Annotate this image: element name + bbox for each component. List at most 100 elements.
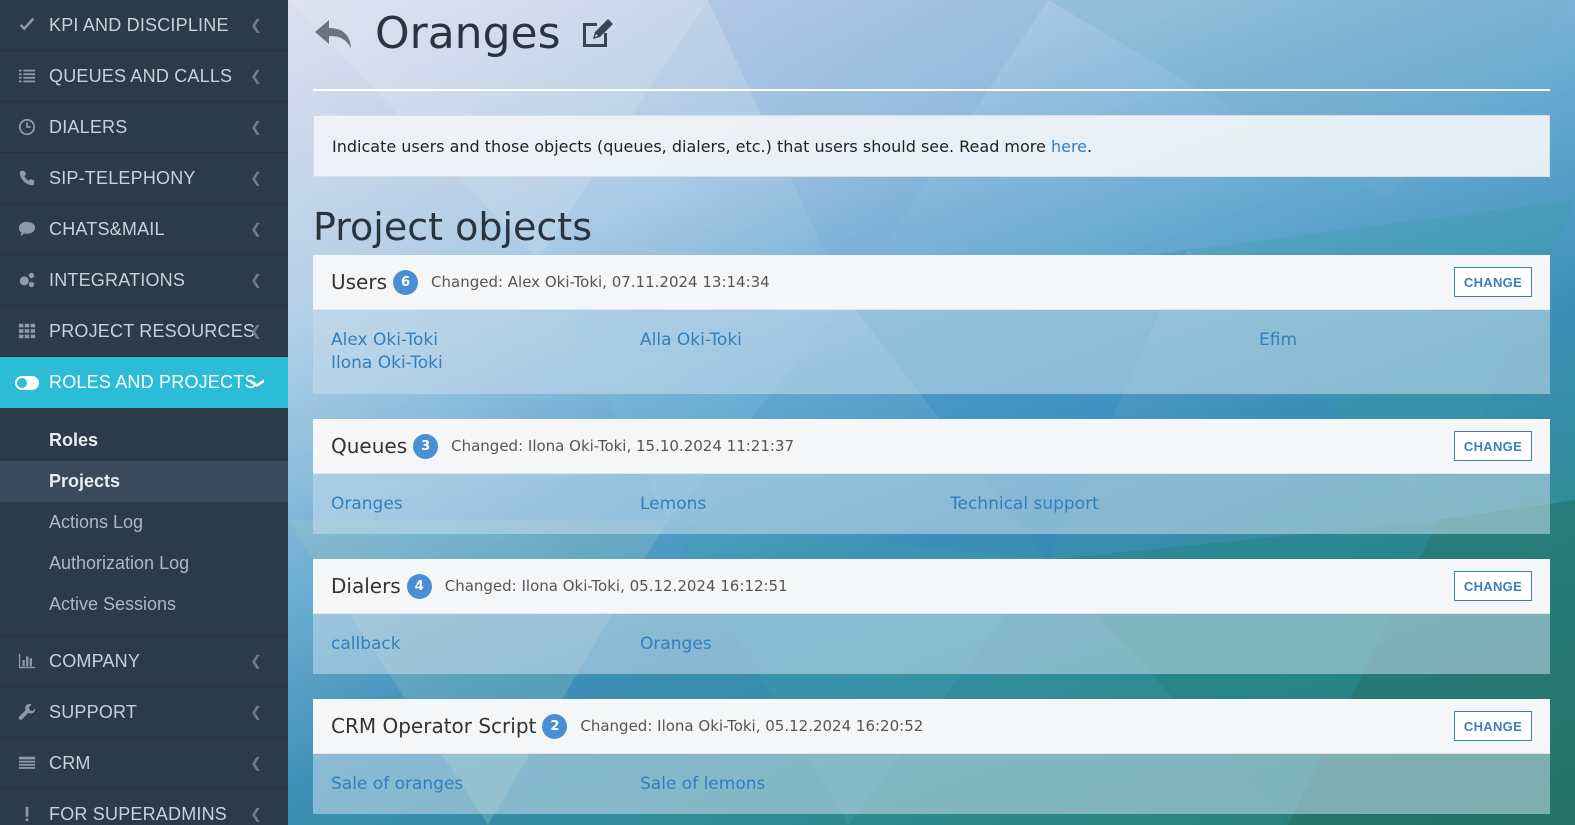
submenu-roles-and-projects: Roles Projects Actions Log Authorization… [0,408,288,636]
change-button[interactable]: CHANGE [1454,431,1532,461]
chevron-left-icon: ❮ [250,118,262,135]
card-dialers: Dialers 4 Changed: Ilona Oki-Toki, 05.12… [313,559,1550,674]
card-header: Dialers 4 Changed: Ilona Oki-Toki, 05.12… [313,559,1550,614]
chevron-down-icon: ❮ [247,376,264,389]
card-body: Sale of oranges Sale of lemons [313,754,1550,814]
object-link[interactable]: Technical support [950,494,1099,514]
nav-company[interactable]: COMPANY ❮ [0,636,288,687]
object-link[interactable]: callback [331,634,401,654]
chevron-left-icon: ❮ [250,322,262,339]
read-more-link[interactable]: here [1051,137,1087,156]
card-users: Users 6 Changed: Alex Oki-Toki, 07.11.20… [313,255,1550,394]
object-link[interactable]: Ilona Oki-Toki [331,353,443,373]
object-link[interactable]: Oranges [331,494,403,514]
nav-label: INTEGRATIONS [49,269,186,290]
gears-icon [0,271,49,289]
clock-icon [0,118,49,136]
object-link[interactable]: Lemons [640,494,706,514]
nav-label: SUPPORT [49,701,138,722]
chevron-left-icon: ❮ [250,16,262,33]
chevron-left-icon: ❮ [250,67,262,84]
chevron-left-icon: ❮ [250,754,262,771]
nav-label: CHATS&MAIL [49,218,165,239]
card-title: Dialers [331,574,401,598]
object-link[interactable]: Alex Oki-Toki [331,330,438,350]
nav-label: CRM [49,752,91,773]
change-button[interactable]: CHANGE [1454,711,1532,741]
nav-project-resources[interactable]: PROJECT RESOURCES ❮ [0,306,288,357]
chat-icon [0,220,49,238]
changed-info: Changed: Ilona Oki-Toki, 05.12.2024 16:2… [580,717,924,735]
card-body: Alex Oki-Toki Alla Oki-Toki Efim Ilona O… [313,310,1550,394]
object-link[interactable]: Sale of lemons [640,774,765,794]
changed-info: Changed: Ilona Oki-Toki, 15.10.2024 11:2… [451,437,795,455]
change-button[interactable]: CHANGE [1454,571,1532,601]
change-button[interactable]: CHANGE [1454,267,1532,297]
bar-chart-icon [0,652,49,670]
card-header: Users 6 Changed: Alex Oki-Toki, 07.11.20… [313,255,1550,310]
info-alert: Indicate users and those objects (queues… [313,115,1550,177]
table-icon [0,754,49,772]
count-badge: 3 [413,433,439,459]
count-badge: 6 [393,269,419,295]
chevron-left-icon: ❮ [250,169,262,186]
wrench-icon [0,703,49,721]
submenu-item-actions-log[interactable]: Actions Log [0,502,288,543]
sidebar: KPI AND DISCIPLINE ❮ QUEUES AND CALLS ❮ … [0,0,288,825]
nav-roles-and-projects[interactable]: ROLES AND PROJECTS ❮ [0,357,288,408]
card-header: CRM Operator Script 2 Changed: Ilona Oki… [313,699,1550,754]
chevron-left-icon: ❮ [250,271,262,288]
page-header: Oranges [313,0,1550,66]
back-arrow-icon[interactable] [313,14,353,54]
toggle-icon [0,375,49,391]
grid-icon [0,322,49,340]
submenu-item-authorization-log[interactable]: Authorization Log [0,543,288,584]
nav-support[interactable]: SUPPORT ❮ [0,687,288,738]
count-badge: 4 [406,573,432,599]
card-body: Oranges Lemons Technical support [313,474,1550,534]
info-tail: . [1087,136,1093,156]
submenu-item-projects[interactable]: Projects [0,461,288,502]
nav-label: DIALERS [49,116,128,137]
card-queues: Queues 3 Changed: Ilona Oki-Toki, 15.10.… [313,419,1550,534]
object-link[interactable]: Sale of oranges [331,774,463,794]
nav-label: COMPANY [49,650,141,671]
count-badge: 2 [542,713,568,739]
nav-queues-and-calls[interactable]: QUEUES AND CALLS ❮ [0,51,288,102]
nav-label: ROLES AND PROJECTS [49,372,257,392]
nav-dialers[interactable]: DIALERS ❮ [0,102,288,153]
nav-sip-telephony[interactable]: SIP-TELEPHONY ❮ [0,153,288,204]
card-title: Users [331,270,388,294]
changed-info: Changed: Ilona Oki-Toki, 05.12.2024 16:1… [444,577,788,595]
check-icon [0,16,49,34]
nav-chats-mail[interactable]: CHATS&MAIL ❮ [0,204,288,255]
submenu-item-roles[interactable]: Roles [0,420,288,461]
exclamation-icon [0,805,49,823]
section-title: Project objects [313,205,592,249]
info-text: Indicate users and those objects (queues… [332,136,1046,156]
card-crm-operator-script: CRM Operator Script 2 Changed: Ilona Oki… [313,699,1550,814]
nav-kpi-and-discipline[interactable]: KPI AND DISCIPLINE ❮ [0,0,288,51]
nav-label: SIP-TELEPHONY [49,167,196,188]
chevron-left-icon: ❮ [250,703,262,720]
card-body: callback Oranges [313,614,1550,674]
edit-icon[interactable] [579,15,615,51]
page-title: Oranges [375,7,561,59]
chevron-left-icon: ❮ [250,220,262,237]
chevron-left-icon: ❮ [250,805,262,822]
changed-info: Changed: Alex Oki-Toki, 07.11.2024 13:14… [431,273,770,291]
nav-integrations[interactable]: INTEGRATIONS ❮ [0,255,288,306]
nav-label: KPI AND DISCIPLINE [49,14,229,35]
chevron-left-icon: ❮ [250,652,262,669]
divider [313,89,1550,91]
main-content: Oranges Indicate users and those objects… [313,0,1550,825]
card-header: Queues 3 Changed: Ilona Oki-Toki, 15.10.… [313,419,1550,474]
nav-label: FOR SUPERADMINS [49,803,228,824]
object-link[interactable]: Efim [1259,330,1297,350]
nav-for-superadmins[interactable]: FOR SUPERADMINS ❮ [0,789,288,825]
card-title: Queues [331,434,408,458]
nav-crm[interactable]: CRM ❮ [0,738,288,789]
object-link[interactable]: Oranges [640,634,712,654]
submenu-item-active-sessions[interactable]: Active Sessions [0,584,288,625]
object-link[interactable]: Alla Oki-Toki [640,330,742,350]
